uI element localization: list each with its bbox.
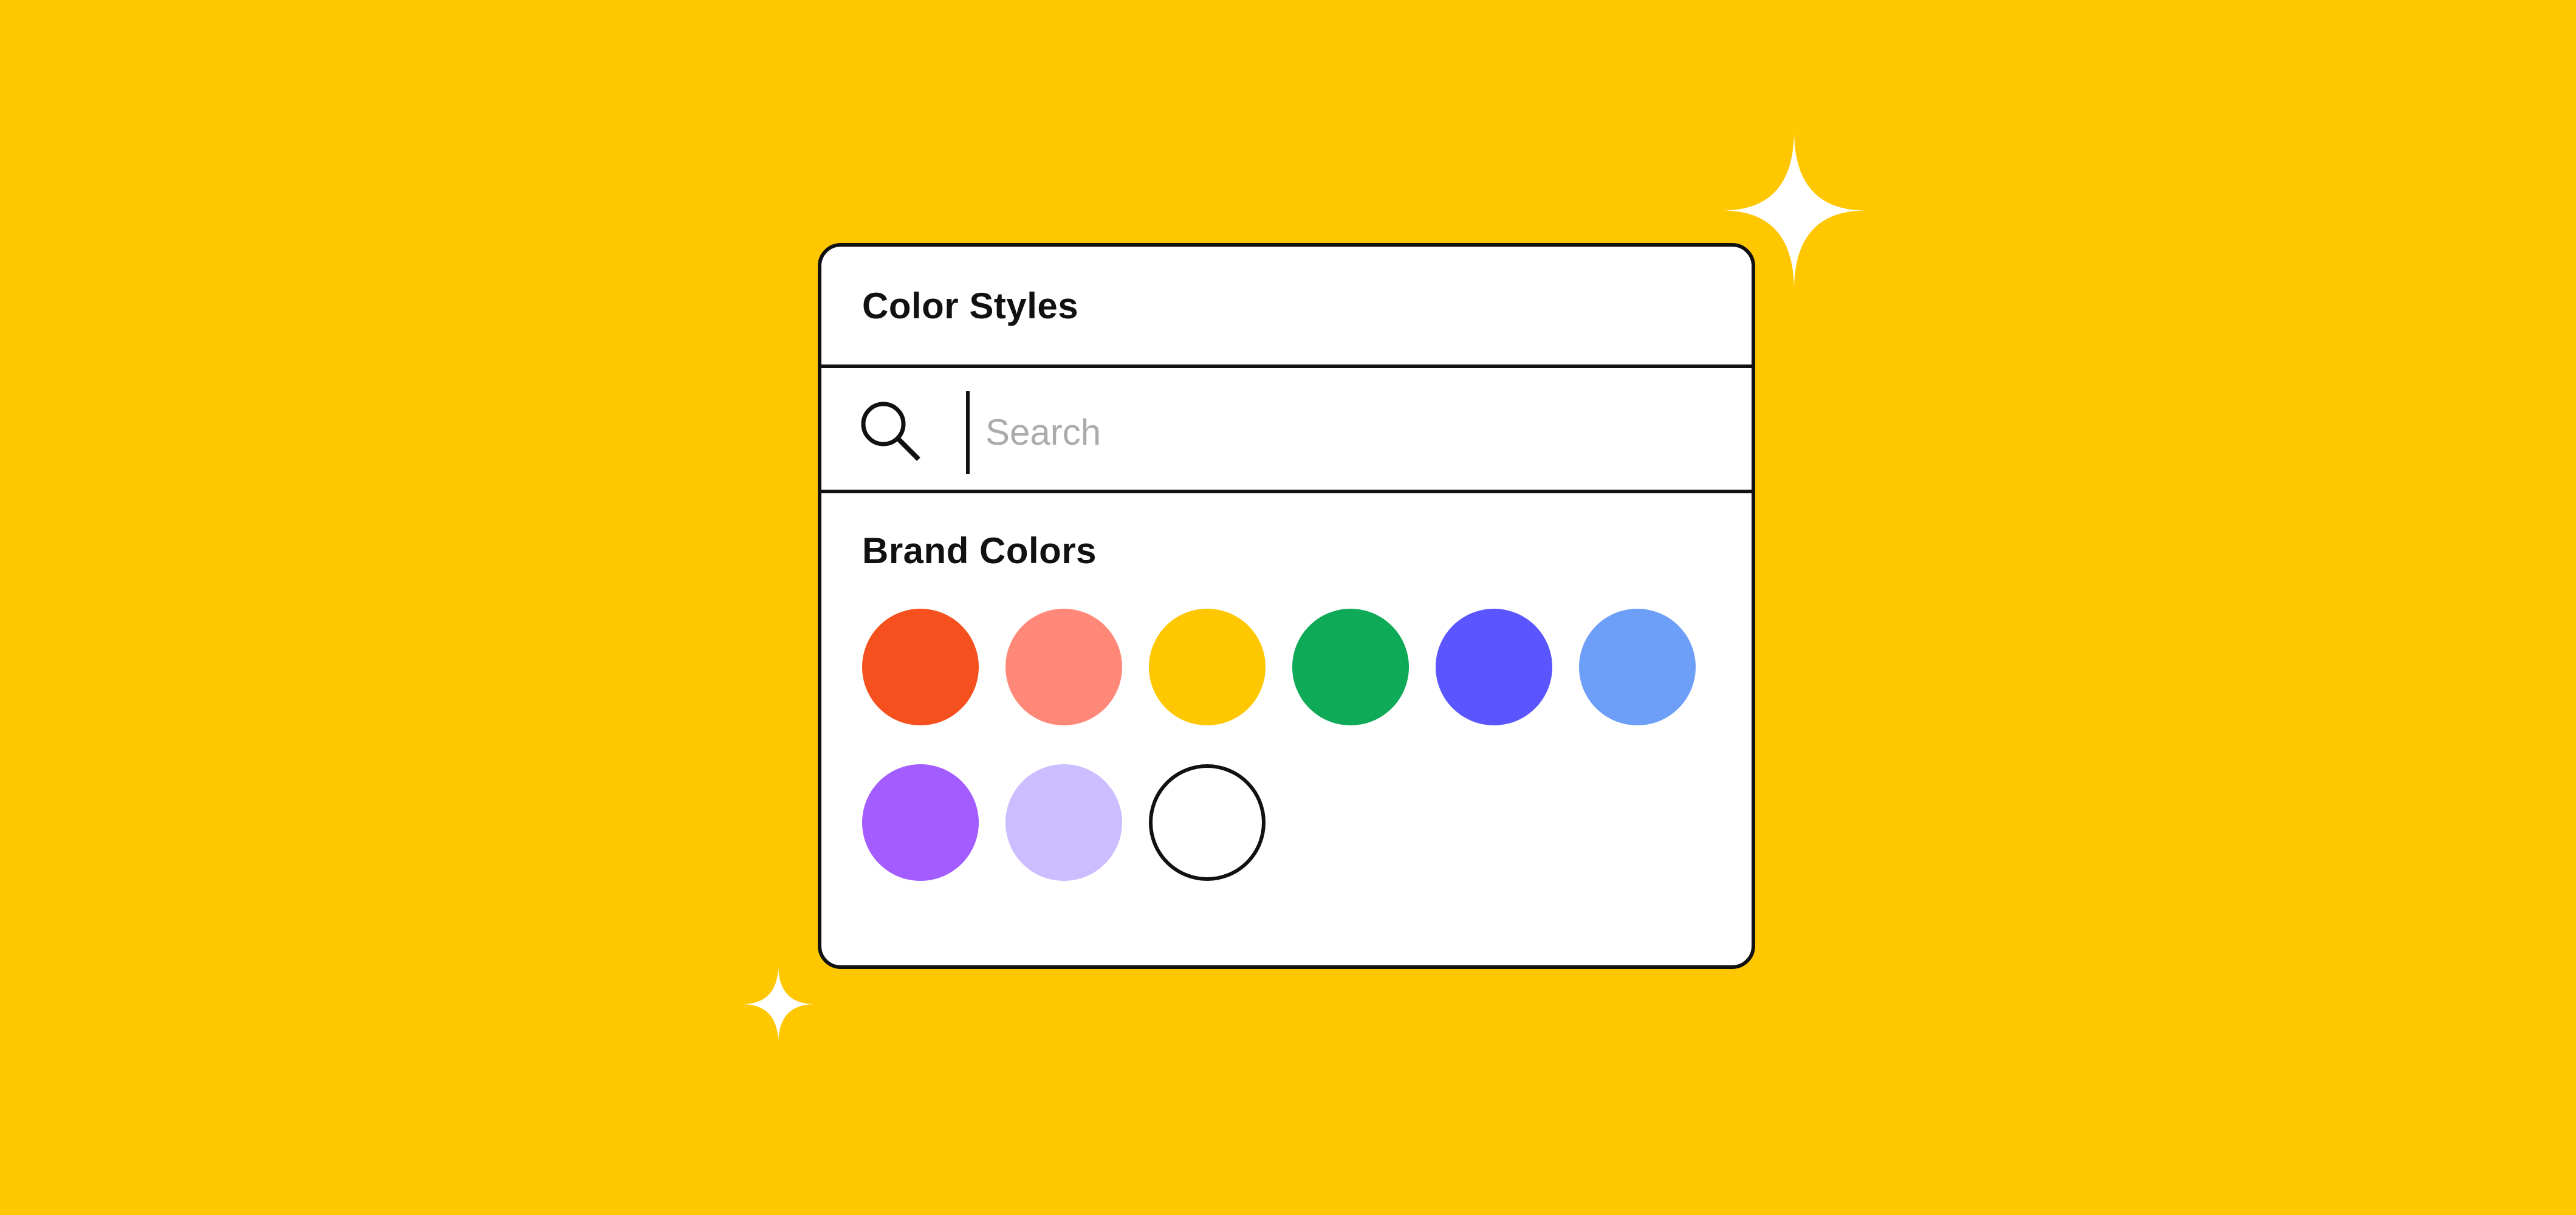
search-input[interactable] — [985, 399, 1684, 465]
sparkle-small-icon — [742, 965, 815, 1044]
text-cursor — [966, 391, 970, 474]
search-bar[interactable] — [821, 368, 1752, 493]
color-swatch[interactable] — [1149, 609, 1266, 725]
color-swatch[interactable] — [862, 764, 979, 881]
panel-header: Color Styles — [821, 247, 1752, 368]
color-swatch[interactable] — [1436, 609, 1552, 725]
color-swatch[interactable] — [862, 609, 979, 725]
search-icon — [861, 402, 920, 461]
color-swatch[interactable] — [1579, 609, 1696, 725]
color-swatch[interactable] — [1005, 609, 1122, 725]
color-swatch[interactable] — [1149, 764, 1266, 881]
section-title: Brand Colors — [862, 530, 1097, 571]
color-swatch[interactable] — [1292, 609, 1409, 725]
color-swatch[interactable] — [1005, 764, 1122, 881]
color-styles-panel: Color Styles Brand Colors — [818, 243, 1755, 969]
panel-title: Color Styles — [862, 285, 1079, 326]
color-swatch-grid — [862, 609, 1725, 881]
